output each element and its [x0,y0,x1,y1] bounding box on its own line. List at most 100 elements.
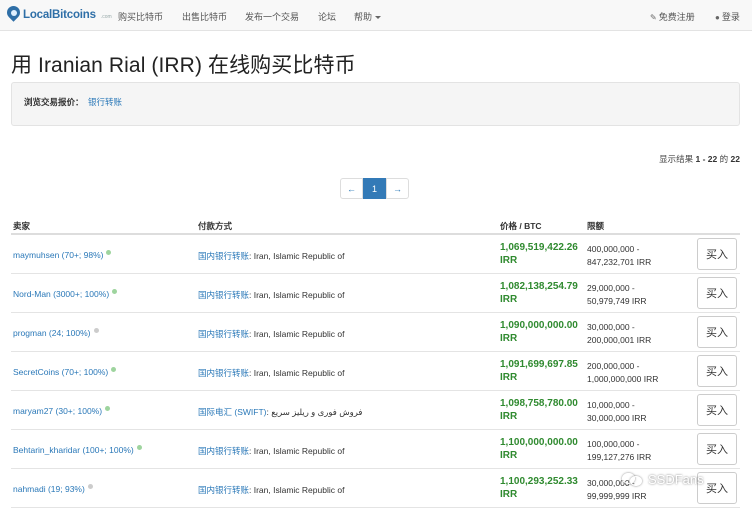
nav-signup[interactable]: ✎ 免费注册 [650,10,695,23]
table-header: 卖家 付款方式 价格 / BTC 限额 [11,213,740,235]
location-pin-icon [4,3,23,23]
limits: 10,000,000 - 30,000,000 IRR [587,399,647,424]
nav-forum[interactable]: 论坛 [318,10,336,23]
chat-bubbles-icon [622,471,644,487]
nav-post-trade[interactable]: 发布一个交易 [245,10,299,23]
online-status-icon [112,289,118,294]
table-body: maymuhsen (70+; 98%) 国内银行转账: Iran, Islami… [11,235,740,508]
payment-method-link[interactable]: 国内银行转账 [198,368,249,378]
limit-max: 50,979,749 IRR [587,295,647,306]
price: 1,098,758,780.00 IRR [500,398,578,423]
limit-min: 400,000,000 - [587,244,640,254]
price-value: 1,098,758,780.00 [500,398,578,409]
price-value: 1,100,000,000.00 [500,437,578,448]
limit-min: 30,000,000 - [587,322,635,332]
price-value: 1,100,293,252.33 [500,476,578,487]
prev-page-button[interactable]: ← [340,178,363,199]
buy-button[interactable]: 买入 [697,238,737,270]
top-navbar: LocalBitcoins .com 购买比特币 出售比特币 发布一个交易 论坛… [0,0,752,31]
online-status-icon [93,328,99,333]
limit-max: 1,000,000,000 IRR [587,373,659,384]
limit-max: 30,000,000 IRR [587,412,647,423]
payment-method-detail: : Iran, Islamic Republic of [249,485,345,495]
user-icon: ● [715,13,720,22]
filter-bank-transfer-link[interactable]: 银行转账 [88,96,122,108]
next-page-button[interactable]: → [386,178,409,199]
payment-method-link[interactable]: 国际电汇 (SWIFT) [198,407,266,417]
limits: 200,000,000 - 1,000,000,000 IRR [587,360,658,385]
payment-method-link[interactable]: 国内银行转账 [198,446,249,456]
payment-method: 国内银行转账: Iran, Islamic Republic of [198,328,344,340]
price: 1,091,699,697.85 IRR [500,359,578,384]
online-status-icon [136,445,142,450]
payment-method-link[interactable]: 国内银行转账 [198,251,249,261]
limits: 30,000,000 - 200,000,001 IRR [587,321,651,346]
trader-name: SecretCoins (70+; 100%) [13,367,109,377]
nav-help[interactable]: 帮助 [354,10,382,23]
limit-max: 199,127,276 IRR [587,451,652,462]
chevron-down-icon [375,16,382,19]
buy-button[interactable]: 买入 [697,277,737,309]
trader-link[interactable]: nahmadi (19; 93%) [13,484,93,494]
results-range: 1 - 22 [695,154,718,164]
buy-button[interactable]: 买入 [697,316,737,348]
filter-panel: 浏览交易报价： 银行转账 [11,82,740,126]
nav-buy-bitcoin[interactable]: 购买比特币 [118,10,163,23]
offers-table: 卖家 付款方式 价格 / BTC 限额 maymuhsen (70+; 98%)… [11,213,740,508]
header-price: 价格 / BTC [500,221,542,231]
price-currency: IRR [500,410,518,422]
limit-min: 200,000,000 - [587,361,640,371]
trader-link[interactable]: SecretCoins (70+; 100%) [13,367,117,377]
nav-help-label: 帮助 [354,12,373,22]
payment-method-link[interactable]: 国内银行转账 [198,290,249,300]
trader-link[interactable]: Behtarin_kharidar (100+; 100%) [13,445,142,455]
payment-method: 国内银行转账: Iran, Islamic Republic of [198,250,344,262]
brand-name: LocalBitcoins [23,8,96,21]
trader-name: Nord-Man (3000+; 100%) [13,289,110,299]
price-currency: IRR [500,371,518,383]
brand-logo[interactable]: LocalBitcoins .com [4,3,112,23]
nav-sell-bitcoin[interactable]: 出售比特币 [182,10,227,23]
price-value: 1,082,138,254.79 [500,281,578,292]
payment-method-link[interactable]: 国内银行转账 [198,485,249,495]
payment-method-detail: : Iran, Islamic Republic of [249,368,345,378]
nav-login[interactable]: ● 登录 [715,10,740,23]
trader-link[interactable]: Nord-Man (3000+; 100%) [13,289,118,299]
price: 1,090,000,000.00 IRR [500,320,578,345]
table-row: Nord-Man (3000+; 100%) 国内银行转账: Iran, Isla… [11,274,740,313]
buy-button[interactable]: 买入 [697,433,737,465]
payment-method: 国内银行转账: Iran, Islamic Republic of [198,367,344,379]
price: 1,100,293,252.33 IRR [500,476,578,501]
nav-login-label: 登录 [721,12,740,22]
limit-max: 99,999,999 IRR [587,490,647,501]
trader-name: maymuhsen (70+; 98%) [13,250,104,260]
limit-min: 100,000,000 - [587,439,640,449]
nav-signup-label: 免费注册 [658,12,695,22]
price-currency: IRR [500,332,518,344]
payment-method: 国内银行转账: Iran, Islamic Republic of [198,289,344,301]
page-title: 用 Iranian Rial (IRR) 在线购买比特币 [11,54,356,77]
page-1-button[interactable]: 1 [363,178,386,199]
results-count: 显示结果 1 - 22 的 22 [659,153,740,165]
trader-link[interactable]: maymuhsen (70+; 98%) [13,250,112,260]
trader-link[interactable]: progman (24; 100%) [13,328,99,338]
results-prefix: 显示结果 [659,154,694,164]
table-row: SecretCoins (70+; 100%) 国内银行转账: Iran, Isl… [11,352,740,391]
table-row: progman (24; 100%) 国内银行转账: Iran, Islamic … [11,313,740,352]
online-status-icon [106,250,112,255]
table-row: Behtarin_kharidar (100+; 100%) 国内银行转账: Ir… [11,430,740,469]
online-status-icon [111,367,117,372]
results-mid: 的 [719,154,729,164]
trader-link[interactable]: maryam27 (30+; 100%) [13,406,111,416]
buy-button[interactable]: 买入 [697,355,737,387]
header-trader: 卖家 [13,221,31,231]
header-payment-method: 付款方式 [198,221,233,231]
table-row: maryam27 (30+; 100%) 国际电汇 (SWIFT): فروش ف… [11,391,740,430]
online-status-icon [87,484,93,489]
price: 1,069,519,422.26 IRR [500,242,578,267]
payment-method-link[interactable]: 国内银行转账 [198,329,249,339]
buy-button[interactable]: 买入 [697,394,737,426]
trader-name: Behtarin_kharidar (100+; 100%) [13,445,134,455]
watermark-text: SSDFans [648,471,704,487]
price-value: 1,090,000,000.00 [500,320,578,331]
